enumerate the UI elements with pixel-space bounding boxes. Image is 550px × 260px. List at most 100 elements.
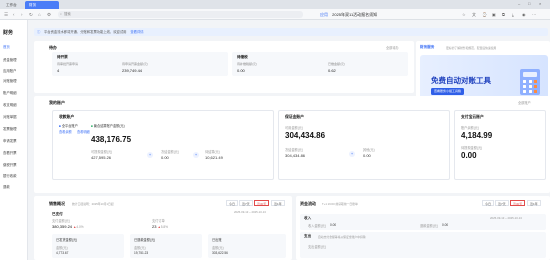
sidebar-item[interactable]: 退款 [3,184,10,189]
history-icon[interactable]: ⌚ [482,12,487,17]
todo-item-label: 待审批开票申请 [57,62,79,66]
page-label: 应用 [320,12,328,17]
deposit-account: 保证金账户 可用金额(元) 304,434.86 冻结金额(元) 304,434… [278,110,450,180]
calculator-icon [520,69,540,95]
tab-label: 财务 [29,3,37,7]
sales-date-span: 2025-09-13 ~ 2025-10-13 [234,210,266,214]
refresh-icon[interactable]: ↻ [29,12,33,18]
funds-card: 资金流动 T+1 16:00 前获取前一日账单 今日 近7天 近30天 近1年 … [296,196,550,260]
info-icon: ⓘ [37,30,41,34]
sales-hint: 统计口径说明：2025年10月1日起 [72,201,114,206]
deposit-amount: 304,434.86 [285,131,326,140]
sidebar-item[interactable]: 发票管理 [3,126,17,131]
stat-settled[interactable]: 已出账 金额(元) 303,622.56 [208,234,286,258]
cloud-account: 支付宝云账户 账户余额(元) 4,184.99 待提现金额(元) 0.00 [454,110,546,180]
sidebar-item[interactable]: 账户明细 [3,90,17,95]
settings-icon[interactable]: ⚙ [47,12,51,18]
todo-item-label: 已缴金额(元) [328,62,345,66]
frozen-label: 冻结金额(元) [161,150,180,154]
search-input[interactable]: ⌕ 搜索 [58,11,303,18]
range-7d[interactable]: 近7天 [495,200,509,206]
todo-card: 待办 全部待办 待开票 待审批开票申请 4 待申请开票金额(元) 239,749… [34,41,414,93]
sidebar-item[interactable]: 缴税开票 [3,162,17,167]
minimize-icon[interactable]: – [518,1,520,6]
range-30d[interactable]: 近30天 [510,200,526,206]
deposit-other-label: 其他(元) [363,148,375,152]
orders-label: 支付订单 [152,219,165,223]
todo-title: 待办 [49,45,57,50]
maximize-icon[interactable]: □ [528,1,530,6]
funds-range-switch: 今日 近7天 近30天 近1年 [482,200,546,207]
range-today[interactable]: 今日 [226,200,239,206]
page-title[interactable]: 应用 2025年双11活动报名须知 [320,11,377,18]
receipt-subtab[interactable]: ■ 全平台账户 [59,123,78,128]
range-30d[interactable]: 近30天 [254,200,270,206]
sales-sub-title: 已支付 [52,212,63,216]
search-placeholder: 搜索 [64,12,71,16]
receipt-title: 收款账户 [59,115,75,119]
notice-link[interactable]: 查看详情 [130,30,143,34]
sidebar-item[interactable]: 对账单据 [3,114,17,119]
todo-cell-tax[interactable]: 待缴税 待补缴税额(元) 0.00 已缴金额(元) 0.62 [232,52,408,76]
deposit-title: 保证金账户 [285,115,304,119]
sales-card: 销售概况 统计口径说明：2025年10月1日起 今日 近7天 近30天 近1年 … [34,196,292,260]
sidebar-item[interactable]: 对账管理 [3,78,17,83]
main-content: ⓘ 平台资金流水即将开通、分账和发票功能上线，欢迎试用 查看详情 待办 全部待办… [30,20,550,260]
extensions-icon[interactable]: ⧉ [502,12,505,17]
tab-finance-service[interactable]: 财务服务 [420,45,434,50]
tab-finance[interactable]: 财务 [25,1,59,9]
promo-button[interactable]: 查看账务小组工具箱 [431,88,465,95]
cloud-title: 支付宝云账户 [461,115,484,119]
home-icon[interactable]: ⌂ [38,12,41,17]
download-icon[interactable]: ⤓ [512,12,514,17]
browser-tabbar: 工作台 财务 – □ × [0,0,550,9]
stat-shipped[interactable]: 已发货金额(元) 金额(元) 4,773.67 [52,234,124,258]
todo-item-value: 0.62 [328,68,336,73]
range-1y[interactable]: 近1年 [527,200,541,206]
sidebar-title: 财务 [3,30,14,36]
sidebar-item[interactable]: 资金管理 [3,57,17,62]
available-value: 427,595.26 [91,155,112,160]
receipt-amount: 438,176.75 [91,135,132,144]
tab-workbench[interactable]: 工作台 [2,1,24,9]
sidebar-item[interactable]: 首页 [3,44,10,49]
sidebar-item[interactable]: 收支明细 [3,102,17,107]
sidebar-item[interactable]: 申请发票 [3,138,17,143]
view-balance-link[interactable]: 查看余额 [59,129,72,134]
close-icon[interactable]: × [539,1,541,6]
todo-item-value: 239,749.44 [122,68,143,73]
range-7d[interactable]: 近7天 [239,200,253,206]
orders-value: 23 ▲5.8% [152,224,168,229]
receipt-account: 收款账户 ■ 全平台账户 ■ 聚合结算账户金额(元) 查看余额 查看明细 438… [52,110,274,180]
range-today[interactable]: 今日 [482,200,495,206]
deposit-other-value: 0.00 [363,153,371,158]
todo-more-link[interactable]: 全部待办 [386,45,399,50]
income-box: 收入 2025-09-13 ~ 2025-10-13 收入金额(元) 0.00 … [300,214,546,230]
profile-icon[interactable]: ◉ [522,12,526,17]
sidebar-toggle-icon[interactable]: ☰ [4,12,8,18]
plus-icon[interactable]: + [349,151,355,157]
menu-icon[interactable]: ⋯ [532,12,536,17]
paid-label: 支付金额(元) [52,219,71,223]
sidebar-item[interactable]: 查看开票 [3,150,17,155]
collections-icon[interactable]: ▣ [492,12,496,17]
todo-cell-invoice[interactable]: 待开票 待审批开票申请 4 待申请开票金额(元) 239,749.44 [52,52,228,76]
accounts-more-link[interactable]: 全部账户 [518,100,531,105]
forward-icon[interactable]: › [21,12,23,17]
sidebar-item[interactable]: 银行收款 [3,173,17,178]
back-icon[interactable]: ‹ [13,12,15,17]
todo-item-label: 待补缴税额(元) [237,62,257,66]
pending-value: 10,621.49 [205,155,223,160]
sidebar-item[interactable]: 应用账户 [3,68,17,73]
view-detail-link[interactable]: 查看明细 [77,129,90,134]
receipt-subtab[interactable]: ■ 聚合结算账户金额(元) [91,123,125,128]
range-1y[interactable]: 近1年 [271,200,285,206]
outflow-box: 支出 自动支付金额等将从保证金账户中扣除 支出金额(元) [300,232,546,258]
notice-text: 平台资金流水即将开通、分账和发票功能上线，欢迎试用 [44,30,127,34]
bookmark-icon[interactable]: ☆ [462,12,466,17]
plus-icon[interactable]: + [147,152,153,158]
plus-icon[interactable]: + [193,152,199,158]
stat-refunded[interactable]: 已退款金额(元) 金额(元) 19,751.23 [130,234,202,258]
translate-icon[interactable]: 文 [472,12,476,18]
deposit-available-label: 可用金额(元) [285,126,304,130]
